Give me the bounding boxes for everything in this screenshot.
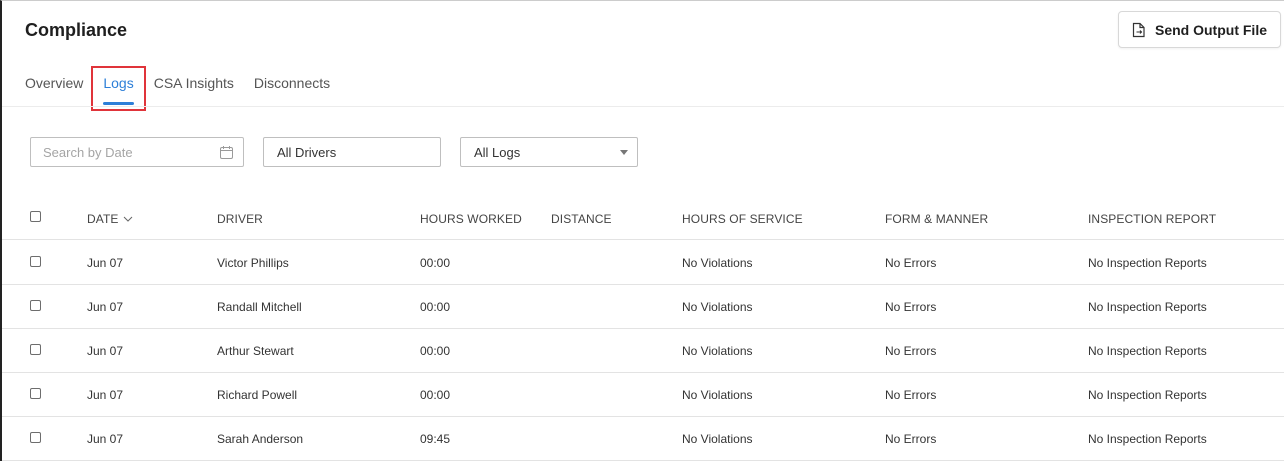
row-checkbox[interactable] xyxy=(30,432,41,443)
cell-date: Jun 07 xyxy=(87,255,124,270)
cell-date: Jun 07 xyxy=(87,431,124,446)
tab-disconnects-label: Disconnects xyxy=(253,75,331,91)
tab-logs[interactable]: Logs xyxy=(91,66,147,111)
cell-form-manner: No Errors xyxy=(885,387,937,402)
column-header-date[interactable]: DATE xyxy=(87,198,133,239)
cell-hours-worked: 00:00 xyxy=(420,387,451,402)
cell-inspection-report: No Inspection Reports xyxy=(1088,387,1207,402)
column-header-inspection-report: INSPECTION REPORT xyxy=(1088,211,1217,226)
cell-form-manner: No Errors xyxy=(885,255,937,270)
tab-overview[interactable]: Overview xyxy=(25,74,83,106)
cell-inspection-report: No Inspection Reports xyxy=(1088,255,1207,270)
cell-inspection-report: No Inspection Reports xyxy=(1088,343,1207,358)
calendar-icon[interactable] xyxy=(219,145,234,160)
row-checkbox[interactable] xyxy=(30,300,41,311)
cell-form-manner: No Errors xyxy=(885,343,937,358)
cell-date: Jun 07 xyxy=(87,343,124,358)
tab-csa-insights-label: CSA Insights xyxy=(153,75,234,91)
caret-down-icon xyxy=(620,150,628,155)
table-row[interactable]: Jun 07 Richard Powell 00:00 No Violation… xyxy=(2,373,1284,417)
tab-divider xyxy=(2,106,1284,107)
column-header-distance: DISTANCE xyxy=(551,211,612,226)
table-row[interactable]: Jun 07 Randall Mitchell 00:00 No Violati… xyxy=(2,285,1284,329)
date-search-field[interactable] xyxy=(30,137,244,167)
table-row[interactable]: Jun 07 Arthur Stewart 00:00 No Violation… xyxy=(2,329,1284,373)
tab-disconnects[interactable]: Disconnects xyxy=(254,74,330,106)
cell-form-manner: No Errors xyxy=(885,431,937,446)
send-output-file-button[interactable]: Send Output File xyxy=(1118,11,1281,48)
tab-bar: Overview Logs CSA Insights Disconnects xyxy=(25,66,350,111)
cell-driver: Randall Mitchell xyxy=(217,299,302,314)
file-export-icon xyxy=(1132,22,1145,37)
column-header-hours-worked: HOURS WORKED xyxy=(420,211,522,226)
tab-highlight-box xyxy=(91,66,147,111)
cell-hours-of-service: No Violations xyxy=(682,387,753,402)
cell-hours-of-service: No Violations xyxy=(682,299,753,314)
send-output-file-label: Send Output File xyxy=(1155,21,1267,38)
cell-driver: Richard Powell xyxy=(217,387,298,402)
page-title: Compliance xyxy=(25,20,128,40)
row-checkbox[interactable] xyxy=(30,344,41,355)
logs-filter-select[interactable]: All Logs xyxy=(460,137,638,167)
tab-csa-insights[interactable]: CSA Insights xyxy=(154,74,234,106)
row-checkbox[interactable] xyxy=(30,388,41,399)
column-header-form-manner: FORM & MANNER xyxy=(885,211,989,226)
chevron-down-icon xyxy=(123,216,132,222)
drivers-filter-value: All Drivers xyxy=(277,144,337,160)
logs-filter-value: All Logs xyxy=(474,144,521,160)
cell-driver: Sarah Anderson xyxy=(217,431,304,446)
cell-hours-of-service: No Violations xyxy=(682,431,753,446)
row-checkbox[interactable] xyxy=(30,256,41,267)
cell-hours-worked: 00:00 xyxy=(420,255,451,270)
cell-hours-of-service: No Violations xyxy=(682,343,753,358)
cell-hours-worked: 09:45 xyxy=(420,431,451,446)
cell-driver: Arthur Stewart xyxy=(217,343,294,358)
select-all-checkbox[interactable] xyxy=(30,211,41,222)
cell-hours-worked: 00:00 xyxy=(420,343,451,358)
column-header-hours-of-service: HOURS OF SERVICE xyxy=(682,211,803,226)
cell-form-manner: No Errors xyxy=(885,299,937,314)
cell-inspection-report: No Inspection Reports xyxy=(1088,431,1207,446)
table-header: DATE DRIVER HOURS WORKED DISTANCE HOURS … xyxy=(2,198,1284,240)
cell-date: Jun 07 xyxy=(87,387,124,402)
tab-overview-label: Overview xyxy=(25,75,84,91)
cell-inspection-report: No Inspection Reports xyxy=(1088,299,1207,314)
date-search-input[interactable] xyxy=(31,144,201,160)
table-row[interactable]: Jun 07 Sarah Anderson 09:45 No Violation… xyxy=(2,417,1284,461)
cell-hours-of-service: No Violations xyxy=(682,255,753,270)
cell-date: Jun 07 xyxy=(87,299,124,314)
cell-hours-worked: 00:00 xyxy=(420,299,451,314)
cell-driver: Victor Phillips xyxy=(217,255,289,270)
table-row[interactable]: Jun 07 Victor Phillips 00:00 No Violatio… xyxy=(2,241,1284,285)
drivers-filter[interactable]: All Drivers xyxy=(263,137,441,167)
column-header-date-label: DATE xyxy=(87,211,119,226)
column-header-driver: DRIVER xyxy=(217,211,263,226)
